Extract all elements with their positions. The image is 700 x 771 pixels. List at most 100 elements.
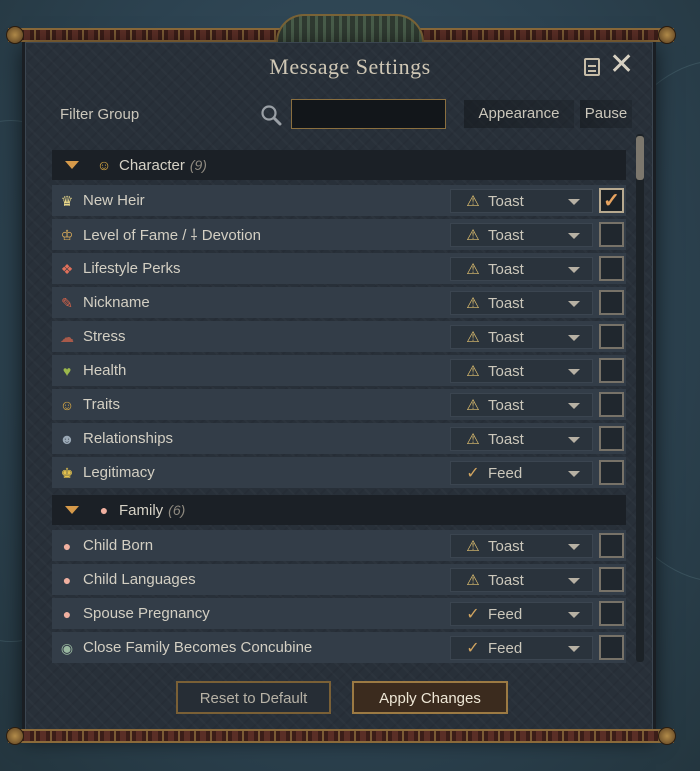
baby-icon: ● [62,571,72,588]
check-icon: ✓ [466,640,480,657]
appearance-dropdown[interactable]: ⚠ Toast [450,223,593,247]
appearance-dropdown[interactable]: ⚠ Toast [450,568,593,592]
pause-checkbox[interactable]: ✓ [599,188,624,213]
message-settings-list: ☺ Character (9) ♛ New Heir ⚠ Toast ✓ ♔ L… [52,148,628,668]
list-item: ◉ Close Family Becomes Concubine ✓ Feed [52,632,626,663]
heart-icon: ♥ [62,362,72,379]
appearance-dropdown[interactable]: ⚠ Toast [450,359,593,383]
pause-checkbox[interactable] [599,290,624,315]
chevron-down-icon [568,233,580,239]
appearance-dropdown[interactable]: ✓ Feed [450,636,593,660]
warning-icon: ⚠ [466,227,480,244]
trim-cap-ornament [658,727,676,745]
chevron-down-icon [568,369,580,375]
group-title: Family [119,501,164,519]
trim-cap-ornament [658,26,676,44]
appearance-dropdown[interactable]: ✓ Feed [450,602,593,626]
chevron-down-icon [568,335,580,341]
pause-column-header: Pause [580,100,632,128]
chevron-down-icon [568,437,580,443]
pause-checkbox[interactable] [599,222,624,247]
baby-icon: ● [62,537,72,554]
trim-cap-ornament [6,727,24,745]
appearance-value: Toast [488,260,524,278]
warning-icon: ⚠ [466,261,480,278]
check-icon: ✓ [466,465,480,482]
warning-icon: ⚠ [466,397,480,414]
group-title: Character [119,156,185,174]
pause-checkbox[interactable] [599,635,624,660]
pause-checkbox[interactable] [599,460,624,485]
appearance-value: Toast [488,571,524,589]
masks-icon: ☺ [96,157,112,173]
search-input[interactable] [291,99,446,129]
warning-icon: ⚠ [466,295,480,312]
appearance-dropdown[interactable]: ⚠ Toast [450,534,593,558]
list-item: ♔ Level of Fame / ⸸ Devotion ⚠ Toast [52,219,626,250]
warning-icon: ⚠ [466,193,480,210]
scrollbar-thumb[interactable] [636,136,644,180]
appearance-value: Toast [488,396,524,414]
perk-icon: ❖ [60,260,74,277]
collapse-arrow-icon[interactable] [65,506,79,514]
appearance-value: Toast [488,294,524,312]
baby-icon: ● [99,502,109,518]
pause-checkbox[interactable] [599,533,624,558]
pause-checkbox[interactable] [599,324,624,349]
pause-checkbox[interactable] [599,256,624,281]
list-item: ☻ Relationships ⚠ Toast [52,423,626,454]
chevron-down-icon [568,578,580,584]
chevron-down-icon [568,267,580,273]
list-item: ✎ Nickname ⚠ Toast [52,287,626,318]
fame-icon: ♔ [60,226,74,243]
relationship-icon: ☻ [59,430,75,447]
appearance-dropdown[interactable]: ⚠ Toast [450,257,593,281]
appearance-value: Toast [488,328,524,346]
chevron-down-icon [568,403,580,409]
reset-to-default-button[interactable]: Reset to Default [176,681,331,714]
window-bottom-trim [8,729,674,743]
appearance-dropdown[interactable]: ⚠ Toast [450,393,593,417]
scroll-icon[interactable] [584,58,600,76]
list-item-label: Relationships [83,430,174,447]
concubine-icon: ◉ [60,639,74,656]
group-header-family[interactable]: ● Family (6) [52,495,626,525]
list-item: ❖ Lifestyle Perks ⚠ Toast [52,253,626,284]
list-item-label: Traits [83,396,120,413]
list-item-label: Legitimacy [83,464,155,481]
pause-checkbox[interactable] [599,567,624,592]
appearance-value: Toast [488,226,524,244]
legitimacy-icon: ♚ [60,464,74,481]
pause-checkbox[interactable] [599,601,624,626]
list-item-label: New Heir [83,192,145,209]
pause-checkbox[interactable] [599,358,624,383]
appearance-dropdown[interactable]: ⚠ Toast [450,189,593,213]
group-header-character[interactable]: ☺ Character (9) [52,150,626,180]
apply-changes-button[interactable]: Apply Changes [352,681,508,714]
appearance-dropdown[interactable]: ✓ Feed [450,461,593,485]
appearance-dropdown[interactable]: ⚠ Toast [450,325,593,349]
appearance-dropdown[interactable]: ⚠ Toast [450,427,593,451]
chevron-down-icon [568,544,580,550]
list-scrollbar[interactable] [636,134,644,662]
appearance-value: Toast [488,362,524,380]
list-item-label: Nickname [83,294,150,311]
list-item: ● Spouse Pregnancy ✓ Feed [52,598,626,629]
close-icon[interactable]: ✕ [609,50,634,80]
pause-checkbox[interactable] [599,392,624,417]
pause-checkbox[interactable] [599,426,624,451]
stress-icon: ☁ [60,328,74,345]
list-item: ● Child Born ⚠ Toast [52,530,626,561]
chevron-down-icon [568,199,580,205]
group-count: (6) [168,502,186,518]
appearance-value: Toast [488,537,524,555]
appearance-dropdown[interactable]: ⚠ Toast [450,291,593,315]
list-item: ● Child Languages ⚠ Toast [52,564,626,595]
collapse-arrow-icon[interactable] [65,161,79,169]
filter-group-label: Filter Group [60,106,140,123]
list-item: ♛ New Heir ⚠ Toast ✓ [52,185,626,216]
crown-heir-icon: ♛ [60,192,74,209]
appearance-value: Toast [488,430,524,448]
appearance-value: Feed [488,464,523,482]
chevron-down-icon [568,471,580,477]
